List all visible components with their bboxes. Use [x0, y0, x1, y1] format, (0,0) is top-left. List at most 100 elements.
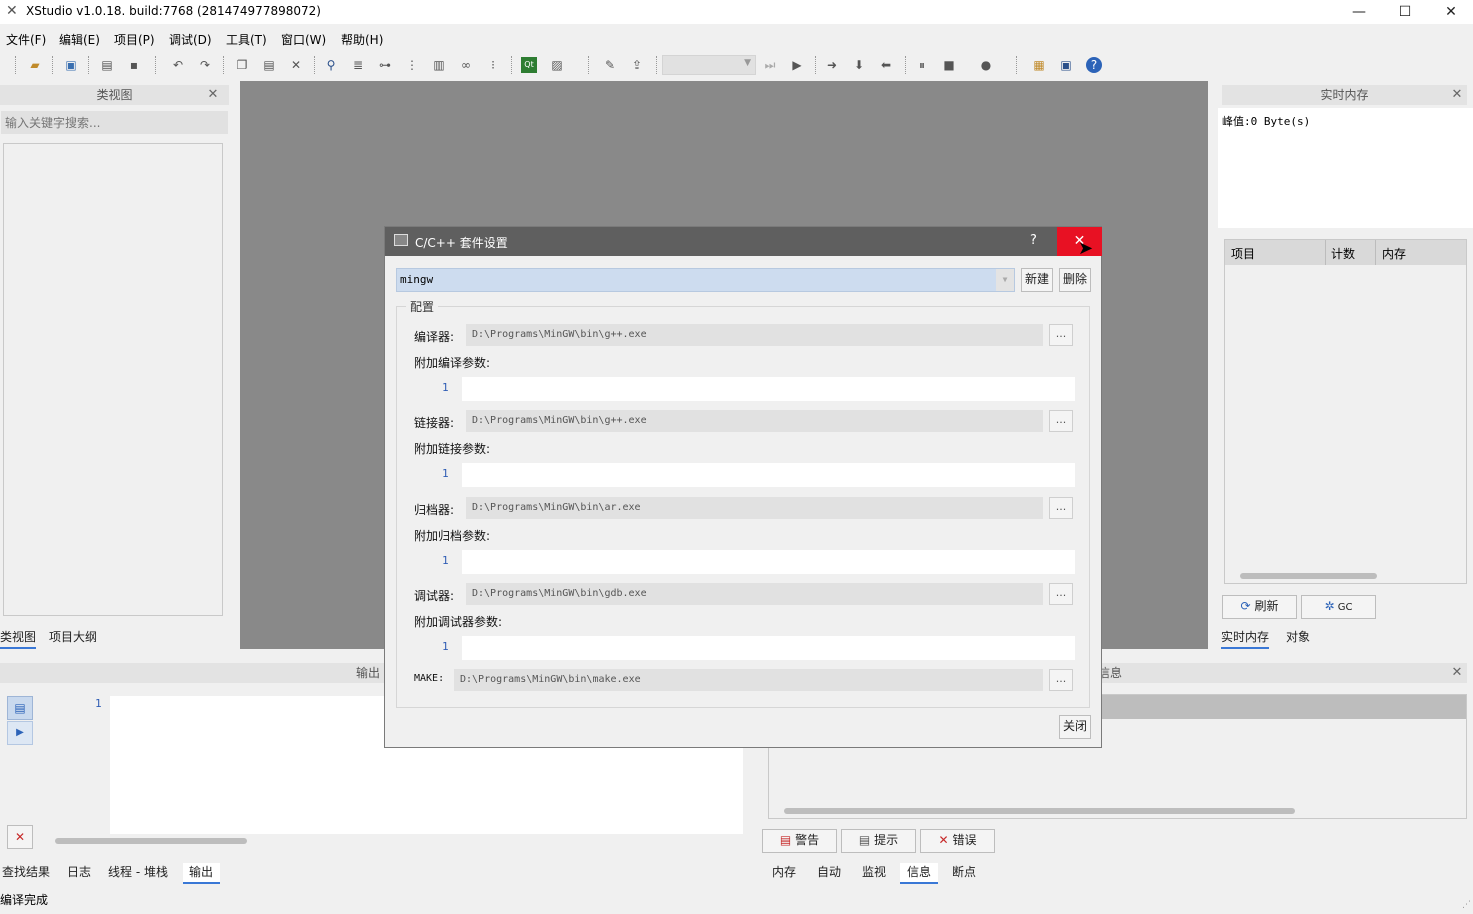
compiler-path-field[interactable]: D:\Programs\MinGW\bin\g++.exe	[466, 324, 1043, 346]
toolbar-icon-b[interactable]: ⋮	[404, 57, 420, 73]
archiver-path-field[interactable]: D:\Programs\MinGW\bin\ar.exe	[466, 497, 1043, 519]
errors-button[interactable]: ✕ 错误	[920, 829, 995, 853]
menu-help[interactable]: 帮助(H)	[341, 31, 383, 48]
clear-output-icon[interactable]: ✕	[7, 825, 33, 849]
debug-args-editor[interactable]: 1	[412, 636, 1075, 660]
output-line-number: 1	[95, 697, 102, 710]
gc-button[interactable]: ✲ GC	[1301, 595, 1376, 619]
redo-icon[interactable]: ↷	[197, 57, 213, 73]
help-icon[interactable]: ?	[1086, 57, 1102, 73]
toolbar-icon-e[interactable]: ⁝	[485, 57, 501, 73]
info-scrollbar[interactable]	[784, 808, 1295, 814]
save-icon[interactable]: ▪	[126, 57, 142, 73]
step-over-icon[interactable]: ➜	[824, 57, 840, 73]
replace-icon[interactable]: ≣	[350, 57, 366, 73]
tab-watch[interactable]: 监视	[862, 863, 886, 880]
toolbar: ▰ ▣ ▤ ▪ ↶ ↷ ❐ ▤ ✕ ⚲ ≣ ⊶ ⋮ ▥ ∞ ⁝ Qt ▨ ✎ ⇪…	[0, 52, 1473, 78]
right-panel-close-icon[interactable]: ✕	[1450, 88, 1464, 102]
link-args-editor[interactable]: 1	[412, 463, 1075, 487]
tab-realtime-memory[interactable]: 实时内存	[1221, 628, 1270, 649]
refresh-button[interactable]: ⟳ 刷新	[1222, 595, 1297, 619]
toolbar-icon-d[interactable]: ∞	[458, 57, 474, 73]
config-select[interactable]: ▼	[662, 55, 756, 75]
compiler-browse-button[interactable]: ...	[1049, 324, 1073, 346]
errors-label: 错误	[952, 833, 977, 847]
kit-select[interactable]: mingw ▼	[396, 268, 1015, 292]
menu-debug[interactable]: 调试(D)	[169, 31, 212, 48]
tools-icon[interactable]: ✎	[602, 57, 618, 73]
class-tree[interactable]	[3, 143, 223, 616]
column-memory[interactable]: 内存	[1382, 245, 1406, 262]
open-icon[interactable]: ▰	[27, 57, 43, 73]
archiver-browse-button[interactable]: ...	[1049, 497, 1073, 519]
output-view-icon[interactable]: ▤	[7, 696, 33, 720]
compile-args-editor[interactable]: 1	[412, 377, 1075, 401]
menu-window[interactable]: 窗口(W)	[281, 31, 326, 48]
maximize-button[interactable]: ☐	[1382, 0, 1428, 24]
chevron-down-icon: ▼	[996, 269, 1014, 291]
make-path-field[interactable]: D:\Programs\MinGW\bin\make.exe	[454, 669, 1043, 691]
tab-class-view[interactable]: 类视图	[0, 628, 37, 649]
build-icon[interactable]: ▨	[549, 57, 565, 73]
archive-args-editor[interactable]: 1	[412, 550, 1075, 574]
pause-icon[interactable]: ⏸	[914, 57, 930, 73]
window-icon[interactable]: ▣	[1058, 57, 1074, 73]
breakpoint-icon[interactable]: ●	[978, 57, 994, 73]
linker-browse-button[interactable]: ...	[1049, 410, 1073, 432]
find-icon[interactable]: ⚲	[323, 57, 339, 73]
output-run-icon[interactable]: ▶	[7, 721, 33, 745]
dialog-help-button[interactable]: ?	[1030, 233, 1037, 248]
menu-edit[interactable]: 编辑(E)	[59, 31, 100, 48]
run-icon[interactable]: ▶	[789, 57, 805, 73]
minimize-button[interactable]: —	[1336, 0, 1382, 24]
export-icon[interactable]: ⇪	[629, 57, 645, 73]
step-out-icon[interactable]: ⬅	[878, 57, 894, 73]
paste-icon[interactable]: ▤	[261, 57, 277, 73]
tab-output[interactable]: 输出	[183, 863, 221, 884]
menu-tools[interactable]: 工具(T)	[226, 31, 267, 48]
tab-find-results[interactable]: 查找结果	[2, 863, 50, 880]
memory-table-scrollbar[interactable]	[1240, 573, 1377, 579]
column-item[interactable]: 项目	[1231, 245, 1255, 262]
hints-button[interactable]: ▤ 提示	[841, 829, 916, 853]
tab-project-outline[interactable]: 项目大纲	[49, 628, 97, 645]
tab-memory[interactable]: 内存	[772, 863, 796, 880]
toolbar-icon-c[interactable]: ▥	[431, 57, 447, 73]
warnings-button[interactable]: ▤ 警告	[762, 829, 837, 853]
delete-icon[interactable]: ✕	[288, 57, 304, 73]
new-kit-button[interactable]: 新建	[1021, 268, 1053, 292]
undo-icon[interactable]: ↶	[170, 57, 186, 73]
tab-objects[interactable]: 对象	[1286, 628, 1310, 645]
class-search-input[interactable]	[1, 111, 228, 134]
info-panel-close-icon[interactable]: ✕	[1450, 666, 1464, 680]
new-project-icon[interactable]: ▣	[63, 57, 79, 73]
linker-path-field[interactable]: D:\Programs\MinGW\bin\g++.exe	[466, 410, 1043, 432]
layout-icon[interactable]: ▦	[1031, 57, 1047, 73]
archiver-label: 归档器:	[414, 503, 455, 517]
save-all-icon[interactable]: ▤	[99, 57, 115, 73]
copy-icon[interactable]: ❐	[234, 57, 250, 73]
output-scrollbar[interactable]	[55, 838, 247, 844]
stop-icon[interactable]: ■	[941, 57, 957, 73]
resize-grip-icon[interactable]: ⋰	[1462, 900, 1471, 910]
window-close-button[interactable]: ✕	[1428, 0, 1473, 24]
step-into-icon[interactable]: ⬇	[851, 57, 867, 73]
make-browse-button[interactable]: ...	[1049, 669, 1073, 691]
tab-auto[interactable]: 自动	[817, 863, 841, 880]
tab-thread-stack[interactable]: 线程 - 堆栈	[108, 863, 168, 880]
column-count[interactable]: 计数	[1331, 245, 1355, 262]
refresh-label: 刷新	[1254, 599, 1279, 613]
qt-icon[interactable]: Qt	[521, 57, 537, 73]
menu-file[interactable]: 文件(F)	[6, 31, 46, 48]
left-panel-close-icon[interactable]: ✕	[206, 88, 220, 102]
run-to-icon[interactable]: ⏭	[762, 57, 778, 73]
tab-info[interactable]: 信息	[900, 863, 939, 884]
tab-log[interactable]: 日志	[67, 863, 91, 880]
close-dialog-button[interactable]: 关闭	[1059, 715, 1091, 739]
tab-breakpoints[interactable]: 断点	[952, 863, 976, 880]
delete-kit-button[interactable]: 删除	[1059, 268, 1091, 292]
toolbar-icon-a[interactable]: ⊶	[377, 57, 393, 73]
debugger-browse-button[interactable]: ...	[1049, 583, 1073, 605]
debugger-path-field[interactable]: D:\Programs\MinGW\bin\gdb.exe	[466, 583, 1043, 605]
menu-project[interactable]: 项目(P)	[114, 31, 155, 48]
